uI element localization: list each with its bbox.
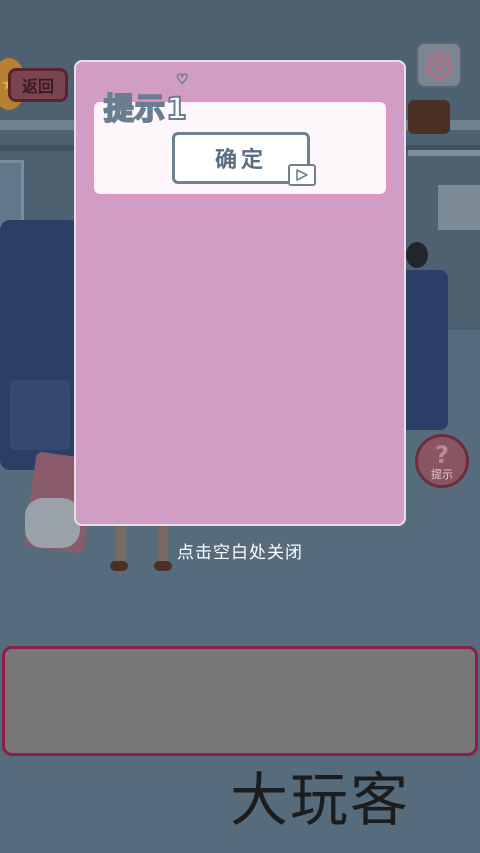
hint-button[interactable]: ? 提示 — [415, 434, 469, 488]
answer-input-box[interactable] — [2, 646, 478, 756]
tap-blank-to-close-text: 点击空白处关闭 — [177, 543, 303, 563]
shelf-box — [438, 185, 480, 230]
shelf-right — [408, 150, 480, 156]
question-icon: ? — [435, 441, 449, 469]
heart-icon: ♡ — [176, 72, 190, 89]
gear-icon — [425, 52, 453, 80]
play-video-icon — [288, 164, 316, 186]
hint-button-label: 提示 — [431, 468, 453, 481]
watermark-logo: 大玩客 — [230, 766, 411, 834]
handbag — [408, 100, 450, 134]
train-seat-armrest — [10, 380, 70, 450]
train-seat-right — [400, 270, 448, 430]
dialog-title: 提示1 — [103, 91, 188, 128]
passenger-head — [406, 242, 428, 268]
hint-dialog: 提示1 ♡ 确定 — [74, 60, 406, 526]
settings-button[interactable] — [416, 42, 462, 88]
back-button[interactable]: 返回 — [8, 68, 68, 102]
play-triangle-icon — [296, 169, 308, 181]
